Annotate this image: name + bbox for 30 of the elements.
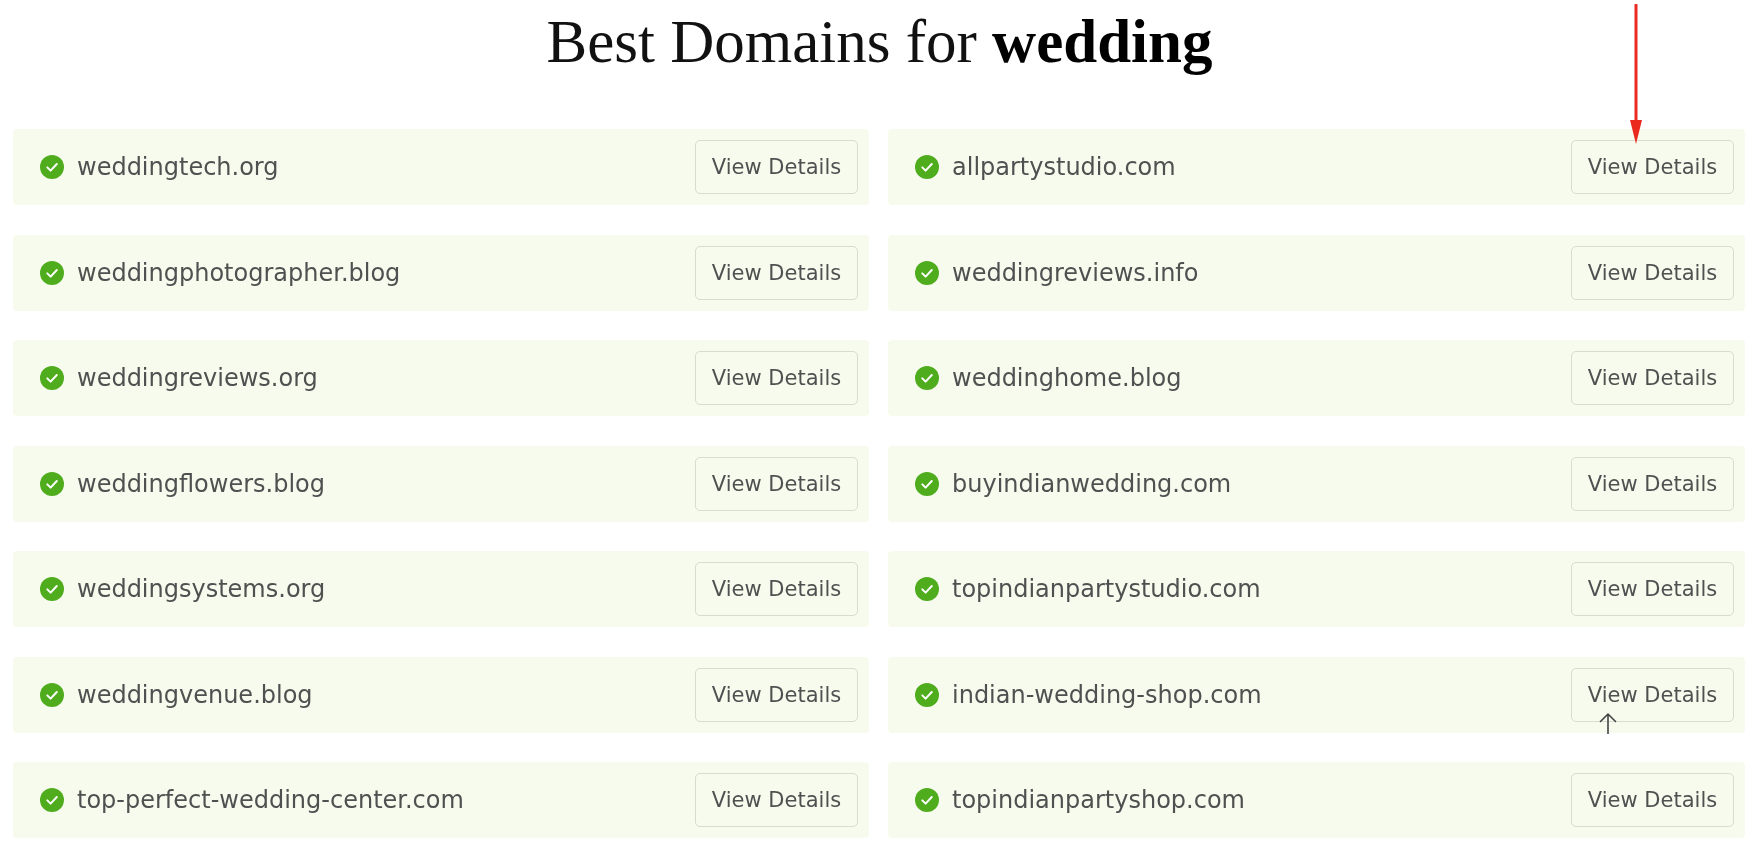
domain-name: weddingtech.org <box>77 153 279 181</box>
view-details-button[interactable]: View Details <box>1571 351 1734 405</box>
view-details-button[interactable]: View Details <box>1571 773 1734 827</box>
view-details-button[interactable]: View Details <box>1571 245 1734 300</box>
view-details-button[interactable]: View Details <box>695 245 858 300</box>
cursor-arrow-icon <box>1599 713 1617 734</box>
domain-name: weddingphotographer.blog <box>77 258 401 287</box>
view-details-button[interactable]: View Details <box>1571 667 1734 722</box>
domain-name: weddingreviews.org <box>77 364 318 392</box>
view-details-button[interactable]: View Details <box>695 456 858 511</box>
domain-name: weddingsystems.org <box>77 575 326 603</box>
view-details-button[interactable]: View Details <box>1571 140 1734 194</box>
domain-name: weddingflowers.blog <box>77 469 325 498</box>
domain-name: topindianpartystudio.com <box>952 575 1261 603</box>
domain-name: top-perfect-wedding-center.com <box>77 786 464 814</box>
domain-name: buyindianwedding.com <box>952 469 1232 498</box>
domain-name: allpartystudio.com <box>952 153 1176 181</box>
domain-name: topindianpartyshop.com <box>952 786 1245 814</box>
view-details-button[interactable]: View Details <box>1571 456 1734 511</box>
view-details-button[interactable]: View Details <box>695 773 858 827</box>
view-details-button[interactable]: View Details <box>1571 562 1734 616</box>
domain-name: indian-wedding-shop.com <box>952 680 1262 709</box>
domain-name: weddingvenue.blog <box>77 680 313 709</box>
domain-name: weddingreviews.info <box>952 258 1199 287</box>
view-details-button[interactable]: View Details <box>695 140 858 194</box>
view-details-button[interactable]: View Details <box>695 351 858 405</box>
domain-name: weddinghome.blog <box>952 364 1182 392</box>
page-title: Best Domains for wedding <box>546 7 1213 77</box>
view-details-button[interactable]: View Details <box>695 667 858 722</box>
view-details-button[interactable]: View Details <box>695 562 858 616</box>
